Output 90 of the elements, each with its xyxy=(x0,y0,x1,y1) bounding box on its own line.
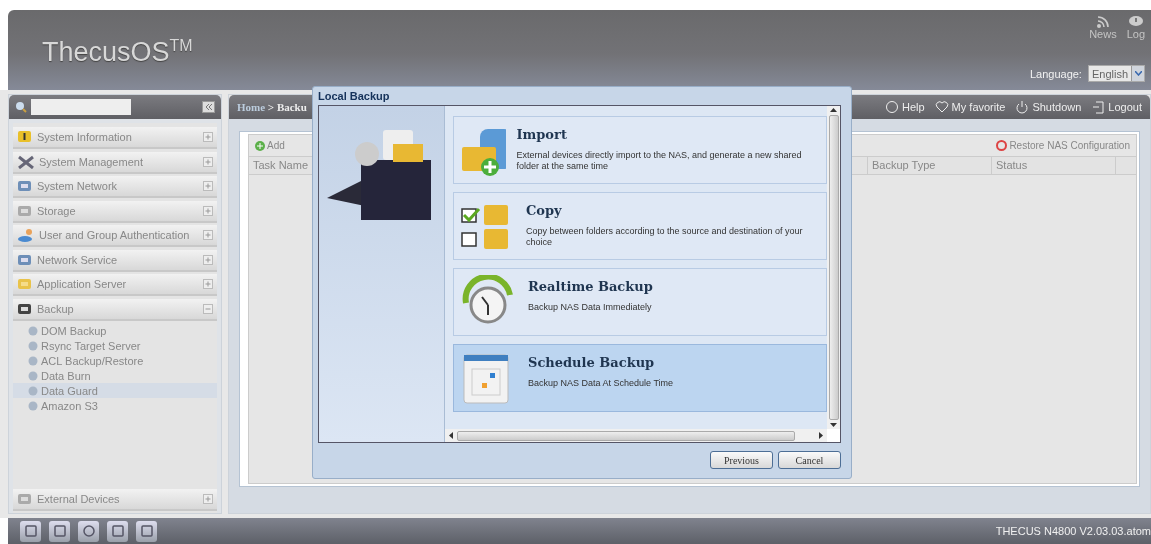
help-icon xyxy=(885,100,899,114)
sidebar-item[interactable]: DOM Backup xyxy=(13,323,217,338)
sidebar-section[interactable]: Application Server xyxy=(13,274,217,296)
sidebar-section[interactable]: User and Group Authentication xyxy=(13,225,217,247)
scroll-left-icon[interactable] xyxy=(449,432,453,439)
sidebar-section[interactable]: External Devices xyxy=(13,488,217,511)
sidebar-section[interactable]: Storage xyxy=(13,200,217,223)
backup-option[interactable]: Schedule Backup Backup NAS Data At Schedule Time xyxy=(453,344,827,412)
search-field[interactable] xyxy=(31,99,131,115)
scroll-thumb[interactable] xyxy=(457,430,795,441)
scroll-up-icon[interactable] xyxy=(830,108,837,112)
backup-option[interactable]: Realtime Backup Backup NAS Data Immediately xyxy=(453,268,827,336)
scroll-down-icon[interactable] xyxy=(830,423,837,427)
section-label: Storage xyxy=(37,204,76,217)
item-icon xyxy=(27,325,39,336)
section-label: System Network xyxy=(37,180,118,192)
sidebar-section[interactable]: Backup xyxy=(13,298,217,321)
collapse-button[interactable] xyxy=(202,101,215,113)
item-icon xyxy=(27,385,39,396)
item-icon xyxy=(27,355,39,366)
action-link[interactable]: My favorite xyxy=(934,100,1006,114)
vertical-scrollbar[interactable] xyxy=(827,106,840,429)
restore-icon xyxy=(996,140,1008,151)
add-button[interactable]: Add xyxy=(255,140,285,151)
language-label: Language: xyxy=(1029,67,1082,80)
network-button[interactable] xyxy=(136,520,157,542)
option-title: Schedule Backup xyxy=(528,355,656,370)
option-description: External devices directly import to the NAS, and generate a new shared folder at the same time xyxy=(516,150,803,172)
version-text: THECUS N4800 V2.03.03.atom xyxy=(995,525,1151,537)
sidebar-section[interactable]: Network Service xyxy=(13,249,217,272)
fan-button[interactable] xyxy=(78,520,99,542)
horizontal-scrollbar[interactable] xyxy=(445,429,827,442)
scroll-thumb[interactable] xyxy=(828,115,839,420)
action-link[interactable]: Logout xyxy=(1091,100,1142,114)
option-title: Copy xyxy=(525,203,563,218)
double-chevron-icon xyxy=(204,104,213,110)
column-header[interactable]: Backup Type xyxy=(868,157,992,174)
sidebar-section[interactable]: System Network xyxy=(13,176,217,198)
search-icon xyxy=(15,101,27,113)
backup-option[interactable]: Import External devices directly import to the NAS, and generate a new shared folder at the same time xyxy=(453,116,827,184)
breadcrumb: Home > Backu xyxy=(237,101,307,113)
scrollbar-corner xyxy=(827,429,840,442)
server-button[interactable] xyxy=(20,520,41,542)
section-label: Backup xyxy=(37,302,74,315)
action-link[interactable]: Help xyxy=(885,100,925,114)
cancel-button[interactable]: Cancel xyxy=(778,451,841,469)
option-title: Import xyxy=(516,127,568,142)
item-icon xyxy=(27,370,39,381)
section-label: System Information xyxy=(37,131,132,143)
logout-icon xyxy=(1091,100,1106,114)
folder-icon xyxy=(17,277,33,291)
power-icon xyxy=(1015,100,1030,114)
scroll-right-icon[interactable] xyxy=(819,432,823,439)
sidebar-section[interactable]: System Management xyxy=(13,151,217,174)
item-icon xyxy=(27,400,39,411)
log-link[interactable]: Log xyxy=(1126,16,1145,40)
add-icon xyxy=(255,140,265,151)
thermometer-button[interactable] xyxy=(107,520,128,542)
option-description: Backup NAS Data At Schedule Time xyxy=(528,378,674,389)
section-label: System Management xyxy=(39,155,143,168)
section-label: User and Group Authentication xyxy=(39,229,190,241)
section-label: Application Server xyxy=(37,278,127,290)
sidebar-item[interactable]: Rsync Target Server xyxy=(13,338,217,353)
sidebar-item[interactable]: ACL Backup/Restore xyxy=(13,353,217,368)
speech-bubble-icon xyxy=(1128,16,1143,28)
language-select[interactable]: English xyxy=(1087,65,1145,82)
dialog-title: Local Backup xyxy=(318,89,391,104)
previous-button[interactable]: Previous xyxy=(710,451,773,469)
option-description: Backup NAS Data Immediately xyxy=(528,302,653,313)
item-icon xyxy=(27,340,39,351)
info-icon xyxy=(17,130,33,144)
restore-button[interactable]: Restore NAS Configuration xyxy=(996,140,1130,151)
sidebar-item[interactable]: Data Guard xyxy=(13,383,217,398)
column-header[interactable]: Status xyxy=(992,157,1116,174)
option-description: Copy between folders according to the source and destination of your choice xyxy=(525,226,804,248)
news-link[interactable]: News xyxy=(1089,16,1117,40)
sidebar-item[interactable]: Amazon S3 xyxy=(13,398,217,413)
backup-option[interactable]: Copy Copy between folders according to the source and destination of your choice xyxy=(453,192,827,260)
rss-icon xyxy=(1096,16,1109,28)
section-label: External Devices xyxy=(37,492,120,505)
heart-icon xyxy=(934,100,949,114)
disk-button[interactable] xyxy=(49,520,70,542)
option-title: Realtime Backup xyxy=(528,279,653,294)
sidebar-item[interactable]: Data Burn xyxy=(13,368,217,383)
logo: ThecusOS$^{TM}$ xyxy=(42,36,193,68)
caret-icon xyxy=(1134,71,1142,76)
action-link[interactable]: Shutdown xyxy=(1015,100,1082,114)
sidebar-section[interactable]: System Information xyxy=(13,127,217,149)
section-label: Network Service xyxy=(37,253,118,266)
users-icon xyxy=(17,228,35,242)
